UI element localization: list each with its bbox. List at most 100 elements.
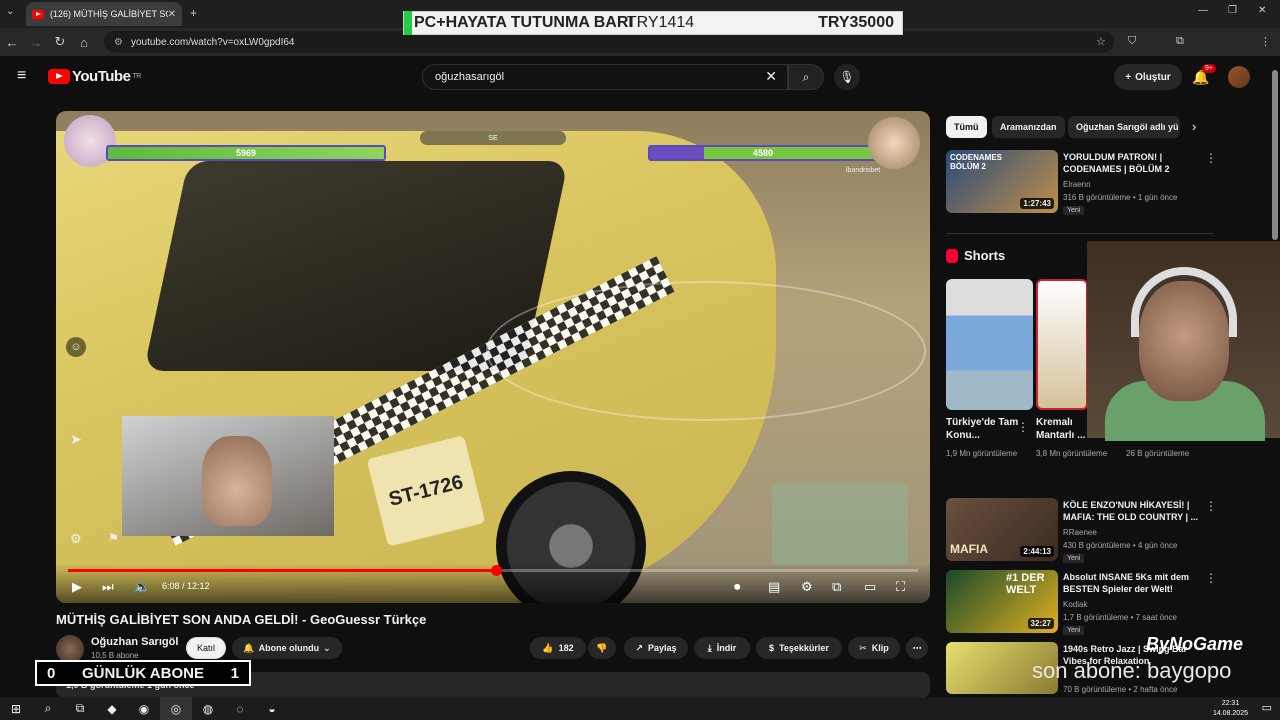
subscribed-button[interactable]: 🔔 Abone olundu ⌄ <box>232 637 342 659</box>
copilot-icon[interactable]: ◆ <box>96 697 128 720</box>
obs-icon[interactable]: ◌ <box>224 697 256 720</box>
create-button[interactable]: + Oluştur <box>1114 64 1182 90</box>
edge-icon[interactable]: ◉ <box>128 697 160 720</box>
fullscreen-icon[interactable]: ⛶ <box>896 579 905 595</box>
recommended-thumbnail[interactable]: #1 DER WELT 32:27 <box>946 570 1058 633</box>
recommended-thumbnail[interactable]: MAFIA 2:44:13 <box>946 498 1058 561</box>
recommended-thumbnail[interactable]: CODENAMES BÖLÜM 2 1:27:43 <box>946 150 1058 213</box>
subtitles-icon[interactable]: ▤ <box>768 579 780 595</box>
video-title: MÜTHİŞ GALİBİYET SON ANDA GELDİ! - GeoGu… <box>56 612 427 627</box>
search-value: oğuzhasarıgöl <box>435 71 505 83</box>
shorts-heading: Shorts <box>946 248 1005 263</box>
recommended-channel[interactable]: Kodiak <box>1063 599 1087 610</box>
share-button[interactable]: ↗ Paylaş <box>624 637 688 659</box>
tab-menu-icon[interactable]: ⌄ <box>6 6 14 17</box>
more-options-icon[interactable]: ⋮ <box>1205 151 1217 165</box>
more-actions-button[interactable]: ⋯ <box>906 637 928 659</box>
back-icon[interactable]: ← <box>0 35 24 50</box>
short-thumbnail[interactable] <box>1036 279 1088 410</box>
firefox-icon[interactable]: ◍ <box>192 697 224 720</box>
chip-channel[interactable]: Oğuzhan Sarıgöl adlı yü <box>1068 116 1180 138</box>
like-button[interactable]: 👍 182 <box>530 637 586 659</box>
taskbar-search-icon[interactable]: ⌕ <box>32 697 64 720</box>
compass-needle-icon[interactable]: ➤ <box>70 431 82 448</box>
progress-scrubber[interactable] <box>490 565 502 576</box>
flag-icon[interactable]: ⚑ <box>108 531 119 545</box>
more-options-icon[interactable]: ⋮ <box>1205 571 1217 585</box>
short-more-icon[interactable]: ⋮ <box>1017 420 1029 434</box>
short-title[interactable]: Türkiye'de Tam Konu... <box>946 416 1020 442</box>
clip-button[interactable]: ✂ Klip <box>848 637 900 659</box>
extensions-icon[interactable]: ⧉ <box>1176 35 1184 48</box>
home-icon[interactable]: ⌂ <box>72 35 96 50</box>
dislike-button[interactable]: 👎 <box>588 637 616 659</box>
chrome-icon[interactable]: ◎ <box>160 697 192 720</box>
sponsor-logo: ByNoGame <box>1146 634 1244 654</box>
task-view-icon[interactable]: ⧉ <box>64 697 96 720</box>
short-views: 3,8 Mn görüntüleme <box>1036 449 1108 458</box>
windows-start-icon[interactable]: ⊞ <box>0 697 32 720</box>
download-label: İndir <box>716 643 737 653</box>
chip-all[interactable]: Tümü <box>946 116 987 138</box>
notification-center-icon[interactable]: ▭ <box>1262 701 1272 714</box>
channel-subs: 10,5 B abone <box>91 651 139 660</box>
play-icon[interactable]: ▶ <box>72 579 82 595</box>
clock-date: 14.08.2025 <box>1212 710 1248 717</box>
clear-search-icon[interactable]: ✕ <box>765 68 777 85</box>
new-tab-icon[interactable]: + <box>190 6 197 20</box>
progress-bar[interactable] <box>68 565 918 576</box>
page-scrollbar[interactable] <box>1272 70 1278 240</box>
theater-mode-icon[interactable]: ▭ <box>864 579 876 595</box>
recommended-title[interactable]: YORULDUM PATRON! | CODENAMES | BÖLÜM 2 <box>1063 151 1203 175</box>
search-button[interactable]: ⌕ <box>788 64 824 90</box>
shield-icon[interactable]: ⛉ <box>1128 35 1136 48</box>
recommended-title[interactable]: Absolut INSANE 5Ks mit dem BESTEN Spiele… <box>1063 571 1203 595</box>
reload-icon[interactable]: ↻ <box>48 34 72 50</box>
account-avatar[interactable] <box>1228 66 1250 88</box>
short-thumbnail[interactable] <box>946 279 1033 410</box>
join-button[interactable]: Katıl <box>186 637 226 659</box>
browser-tab[interactable]: (126) MÜTHİŞ GALİBİYET SON A ✕ <box>26 2 182 26</box>
thanks-button[interactable]: $ Teşekkürler <box>756 637 842 659</box>
bookmark-star-icon[interactable]: ☆ <box>1096 35 1106 48</box>
forward-icon[interactable]: → <box>24 35 48 50</box>
region-code: TR <box>132 73 141 80</box>
daily-subscriber-counter: 0 GÜNLÜK ABONE 1 <box>35 660 251 686</box>
minimize-icon[interactable]: — <box>1198 5 1208 16</box>
last-subscriber: son abone: baygopo <box>1032 658 1232 683</box>
player2-score-bar: 4580 <box>648 145 878 161</box>
system-clock[interactable]: 22:31 14.08.2025 <box>1213 699 1248 719</box>
tab-close-icon[interactable]: ✕ <box>168 9 176 20</box>
voice-search-button[interactable]: 🎙 <box>834 64 860 90</box>
recommended-channel[interactable]: Elraenn <box>1063 179 1091 190</box>
channel-avatar[interactable] <box>56 635 84 663</box>
youtube-logo[interactable]: YouTube TR <box>48 68 141 85</box>
clock-time: 22:31 <box>1221 700 1240 707</box>
more-options-icon[interactable]: ⋮ <box>1205 499 1217 513</box>
volume-icon[interactable]: 🔈 <box>134 579 150 595</box>
close-window-icon[interactable]: ✕ <box>1258 5 1266 16</box>
thumbnail-text: MAFIA <box>950 542 988 556</box>
windows-taskbar: ⊞ ⌕ ⧉ ◆ ◉ ◎ ◍ ◌ ◒ 22:31 14.08.2025 ▭ <box>0 697 1280 720</box>
guess-minimap[interactable] <box>772 483 908 565</box>
autoplay-toggle-icon[interactable]: ⏺ <box>734 579 741 595</box>
hamburger-menu-icon[interactable]: ≡ <box>17 67 26 85</box>
recommended-channel[interactable]: RRaenee <box>1063 527 1097 538</box>
next-icon[interactable]: ⏭ <box>102 579 114 595</box>
video-player[interactable]: ST-1726 5969 4580 lbandrisbet SE ☺ ➤ ⚙ ⚑… <box>56 111 930 603</box>
recommended-meta: 316 B görüntüleme • 1 gün önce <box>1063 193 1178 202</box>
settings-icon[interactable]: ⚙ <box>801 579 813 595</box>
download-button[interactable]: ⤓ İndir <box>694 637 750 659</box>
emoji-icon[interactable]: ☺ <box>66 337 86 357</box>
channel-name[interactable]: Oğuzhan Sarıgöl <box>91 636 178 648</box>
site-info-icon[interactable]: ⚙ <box>114 37 123 48</box>
browser-menu-icon[interactable]: ⋮ <box>1260 35 1271 48</box>
chip-from-search[interactable]: Aramanızdan <box>992 116 1065 138</box>
settings-gear-icon[interactable]: ⚙ <box>70 531 82 547</box>
maximize-icon[interactable]: ❐ <box>1228 5 1237 16</box>
steam-icon[interactable]: ◒ <box>256 697 288 720</box>
miniplayer-icon[interactable]: ⧉ <box>832 579 841 595</box>
search-input[interactable]: oğuzhasarıgöl ✕ <box>422 64 788 90</box>
recommended-title[interactable]: KÖLE ENZO'NUN HİKAYESİ! | MAFIA: THE OLD… <box>1063 499 1203 523</box>
chevron-right-icon[interactable]: › <box>1192 119 1196 134</box>
